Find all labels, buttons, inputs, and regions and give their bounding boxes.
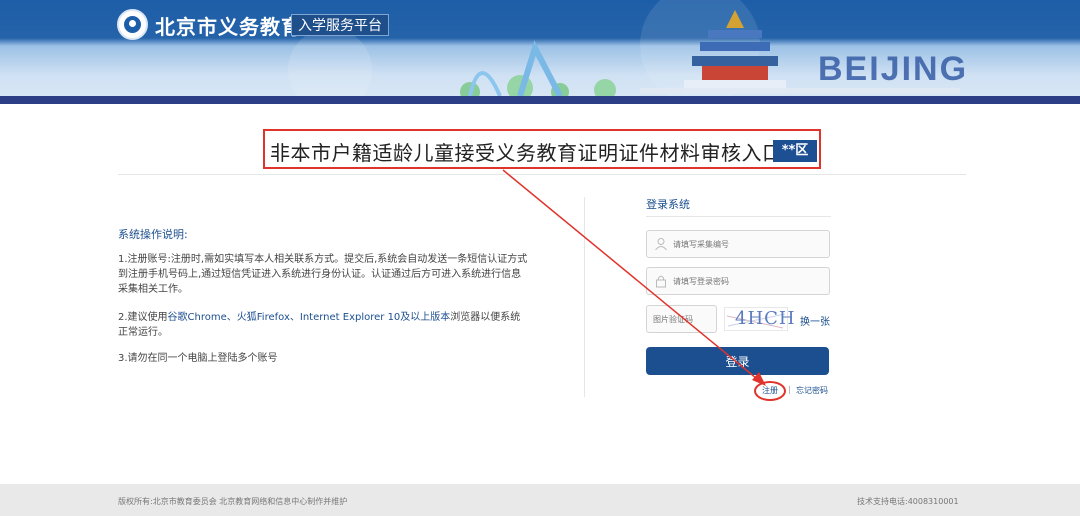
username-field bbox=[646, 230, 830, 258]
login-title: 登录系统 bbox=[646, 198, 690, 211]
captcha-code: 4HCH bbox=[735, 308, 796, 329]
recommended-browsers: 谷歌Chrome、火狐Firefox、Internet Explorer 10及… bbox=[167, 312, 451, 323]
user-icon bbox=[655, 238, 667, 251]
instruction-item-2: 2.建议使用谷歌Chrome、火狐Firefox、Internet Explor… bbox=[118, 310, 528, 340]
instructions-heading: 系统操作说明: bbox=[118, 228, 188, 241]
district-badge: **区 bbox=[773, 140, 817, 162]
lock-icon bbox=[656, 275, 666, 288]
forgot-password-link[interactable]: 忘记密码 bbox=[796, 385, 828, 396]
login-button[interactable]: 登录 bbox=[646, 347, 829, 375]
banner-bottom-strip bbox=[0, 96, 1080, 104]
login-title-underline bbox=[646, 216, 831, 217]
banner-text: BEIJING bbox=[818, 50, 969, 88]
password-input[interactable] bbox=[673, 272, 823, 290]
instruction-item-3: 3.请勿在同一个电脑上登陆多个账号 bbox=[118, 353, 278, 364]
captcha-field bbox=[646, 305, 717, 333]
divider bbox=[118, 174, 966, 175]
register-highlight-circle bbox=[754, 381, 786, 401]
header-banner: 北京市义务教育 入学服务平台 BEIJING bbox=[0, 0, 1080, 104]
password-field bbox=[646, 267, 830, 295]
footer: 版权所有:北京市教育委员会 北京教育网络和信息中心制作并维护 技术支持电话:40… bbox=[0, 484, 1080, 516]
instruction-item-1: 1.注册账号:注册时,需如实填写本人相关联系方式。提交后,系统会自动发送一条短信… bbox=[118, 254, 528, 295]
page-title: 非本市户籍适龄儿童接受义务教育证明证件材料审核入口 bbox=[270, 141, 783, 165]
brand-title: 北京市义务教育 bbox=[155, 15, 302, 39]
refresh-captcha-link[interactable]: 换一张 bbox=[800, 313, 830, 328]
instruction-2-prefix: 2.建议使用 bbox=[118, 312, 168, 323]
logo bbox=[117, 9, 148, 40]
captcha-input[interactable] bbox=[653, 311, 713, 327]
vertical-divider bbox=[584, 197, 585, 397]
brand-badge: 入学服务平台 bbox=[291, 14, 389, 36]
link-separator: | bbox=[788, 385, 791, 394]
username-input[interactable] bbox=[673, 235, 823, 253]
footer-copyright: 版权所有:北京市教育委员会 北京教育网络和信息中心制作并维护 bbox=[118, 497, 348, 506]
footer-support: 技术支持电话:4008310001 bbox=[857, 497, 959, 506]
